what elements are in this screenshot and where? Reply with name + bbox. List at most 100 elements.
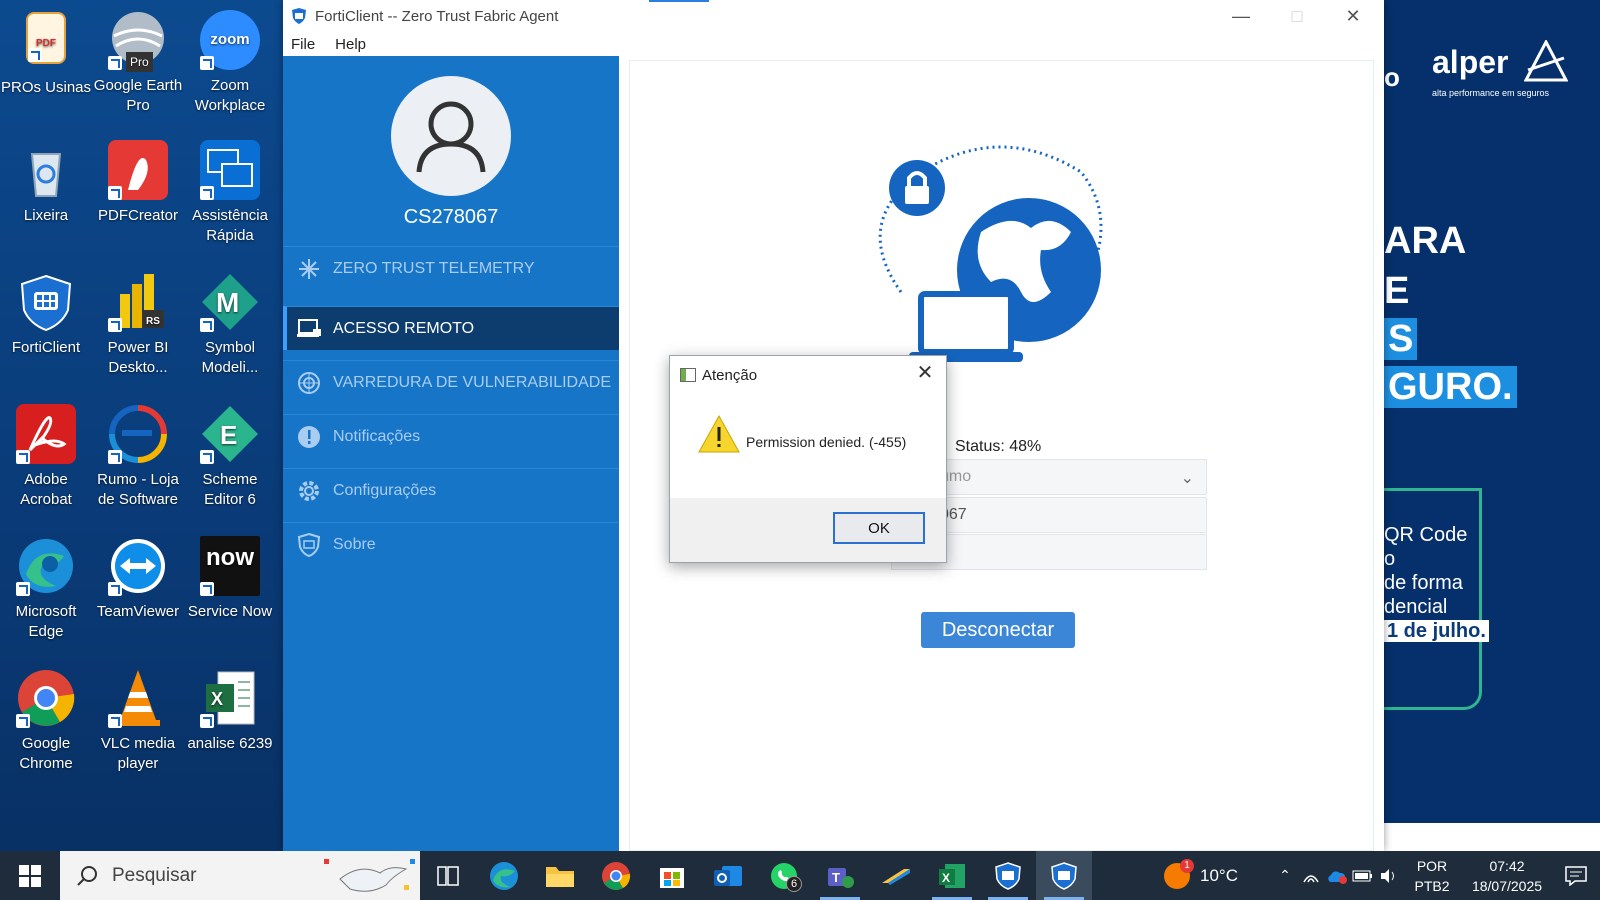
desktop-icon-power-bi[interactable]: RS Power BI Deskto...	[92, 272, 184, 378]
partial-letter: o	[1384, 62, 1400, 92]
ad-footer-bar	[1384, 823, 1600, 851]
forticlient-icon	[1051, 861, 1077, 890]
taskbar-store[interactable]	[644, 851, 700, 900]
nav-label: ACESSO REMOTO	[333, 319, 475, 337]
language-indicator[interactable]: POR PTB2	[1402, 856, 1462, 896]
user-icon	[416, 101, 486, 173]
avatar	[391, 76, 511, 196]
search-placeholder: Pesquisar	[112, 864, 197, 886]
disconnect-button[interactable]: Desconectar	[921, 612, 1075, 648]
notification-center-button[interactable]	[1552, 851, 1600, 900]
window-title: FortiClient -- Zero Trust Fabric Agent	[315, 7, 559, 25]
nav-label: Notificações	[333, 427, 421, 445]
network-wifi-icon[interactable]	[1298, 851, 1324, 900]
desktop-icon-teamviewer[interactable]: TeamViewer	[92, 536, 184, 622]
taskbar-excel[interactable]: X	[924, 851, 980, 900]
notification-icon	[1565, 865, 1587, 886]
taskbar-forticlient-2[interactable]	[1036, 851, 1092, 900]
nav-varredura[interactable]: VARREDURA DE VULNERABILIDADE	[283, 360, 619, 404]
desktop-icon-label: Assistência Rápida	[192, 207, 268, 244]
recycle-bin-icon	[16, 140, 76, 200]
alper-logo: alper	[1432, 44, 1509, 80]
dialog-close-button[interactable]: ✕	[914, 362, 936, 384]
desktop-icon-label: FortiClient	[11, 339, 81, 356]
desktop-icon-pdfcreator[interactable]: PDFCreator	[92, 140, 184, 226]
weather-widget[interactable]: 1 10°C	[1164, 858, 1238, 889]
taskbar-forticlient-1[interactable]	[980, 851, 1036, 900]
taskbar: Pesquisar 6 T X 1 10°C ⌃ POR PTB2 07:42 …	[0, 851, 1600, 900]
desktop-icon-label: Google Earth Pro	[93, 77, 183, 114]
nav-notificacoes[interactable]: Notificações	[283, 414, 619, 458]
taskbar-edge[interactable]	[476, 851, 532, 900]
alert-dialog: Atenção ✕ Permission denied. (-455) OK	[669, 355, 947, 563]
edge-icon	[16, 536, 76, 596]
menu-file[interactable]: File	[291, 36, 315, 53]
taskbar-task-view[interactable]	[420, 851, 476, 900]
nav-sobre[interactable]: Sobre	[283, 522, 619, 566]
dialog-titlebar[interactable]: Atenção	[670, 356, 946, 394]
window-titlebar[interactable]: FortiClient -- Zero Trust Fabric Agent —…	[283, 0, 1384, 32]
taskbar-file-explorer[interactable]	[532, 851, 588, 900]
desktop-icon-microsoft-edge[interactable]: Microsoft Edge	[0, 536, 92, 642]
desktop-icon-scheme-editor[interactable]: E Scheme Editor 6	[184, 404, 276, 510]
weather-alert-badge: 1	[1180, 858, 1195, 873]
desktop-icon-label: Adobe Acrobat	[20, 471, 72, 508]
start-button[interactable]	[0, 851, 60, 900]
desktop-icon-lixeira[interactable]: Lixeira	[0, 140, 92, 226]
battery-icon[interactable]	[1350, 851, 1376, 900]
desktop-icon-forticlient[interactable]: FortiClient	[0, 272, 92, 358]
desktop-icon-zoom[interactable]: zoom Zoom Workplace	[184, 10, 276, 116]
wallpaper-ad: alper alta performance em seguros o ARA …	[1384, 0, 1600, 851]
svg-text:M: M	[216, 287, 239, 318]
dialog-title: Atenção	[702, 366, 758, 384]
nav-acesso-remoto[interactable]: ACESSO REMOTO	[283, 306, 619, 350]
desktop-icon-servicenow[interactable]: now Service Now	[184, 536, 276, 622]
taskbar-generic-app[interactable]	[868, 851, 924, 900]
onedrive-error-icon[interactable]	[1324, 851, 1350, 900]
taskbar-search[interactable]: Pesquisar	[60, 851, 420, 900]
pdf-document-icon: PDF	[26, 12, 66, 64]
gear-icon	[295, 477, 323, 505]
taskbar-teams[interactable]: T	[812, 851, 868, 900]
taskbar-whatsapp[interactable]: 6	[756, 851, 812, 900]
nav-configuracoes[interactable]: Configurações	[283, 468, 619, 512]
desktop-icon-label: analise 6239	[187, 735, 273, 752]
desktop-icon-vlc[interactable]: VLC media player	[92, 668, 184, 774]
menu-help[interactable]: Help	[335, 36, 366, 53]
search-icon	[77, 865, 97, 886]
desktop-icon-rumo-store[interactable]: Rumo - Loja de Software	[92, 404, 184, 510]
symbol-modeler-icon: M	[200, 272, 260, 332]
desktop-icon-label: TeamViewer	[96, 603, 180, 620]
minimize-button[interactable]: —	[1213, 0, 1269, 32]
desktop-icon-google-chrome[interactable]: Google Chrome	[0, 668, 92, 774]
warning-icon	[698, 414, 740, 453]
excel-icon: X	[939, 863, 965, 888]
whatsapp-unread-badge: 6	[786, 876, 802, 892]
nav-label: ZERO TRUST TELEMETRY	[333, 259, 535, 277]
folder-icon	[546, 866, 574, 887]
desktop-icon-label: Rumo - Loja de Software	[97, 471, 179, 508]
windows-logo-icon	[19, 864, 41, 887]
show-hidden-icons-chevron-up-icon[interactable]: ⌃	[1272, 851, 1298, 900]
taskbar-outlook[interactable]	[700, 851, 756, 900]
desktop-icon-label: Lixeira	[23, 207, 69, 224]
pdfcreator-icon	[108, 140, 168, 200]
dialog-body: Permission denied. (-455)	[670, 394, 946, 496]
volume-icon[interactable]	[1376, 851, 1402, 900]
ok-button[interactable]: OK	[833, 512, 925, 544]
desktop-icon-quick-assist[interactable]: Assistência Rápida	[184, 140, 276, 246]
vpn-globe-illustration	[878, 145, 1103, 362]
nav-zero-trust-telemetry[interactable]: ZERO TRUST TELEMETRY	[283, 246, 619, 290]
forticlient-shield-icon	[292, 8, 306, 24]
desktop-icon-pros-usinas[interactable]: PDF PROs Usinas	[0, 10, 92, 98]
desktop-icon-adobe-acrobat[interactable]: Adobe Acrobat	[0, 404, 92, 510]
desktop-icon-google-earth[interactable]: Pro Google Earth Pro	[92, 10, 184, 116]
close-button[interactable]: ✕	[1325, 0, 1381, 32]
radar-icon	[295, 369, 323, 397]
clock[interactable]: 07:42 18/07/2025	[1462, 856, 1552, 896]
desktop-icon-excel-file[interactable]: X analise 6239	[184, 668, 276, 754]
maximize-button[interactable]: □	[1269, 0, 1325, 32]
desktop-icon-symbol-modeler[interactable]: M Symbol Modeli...	[184, 272, 276, 378]
taskbar-chrome[interactable]	[588, 851, 644, 900]
zoom-badge: zoom	[210, 31, 250, 48]
